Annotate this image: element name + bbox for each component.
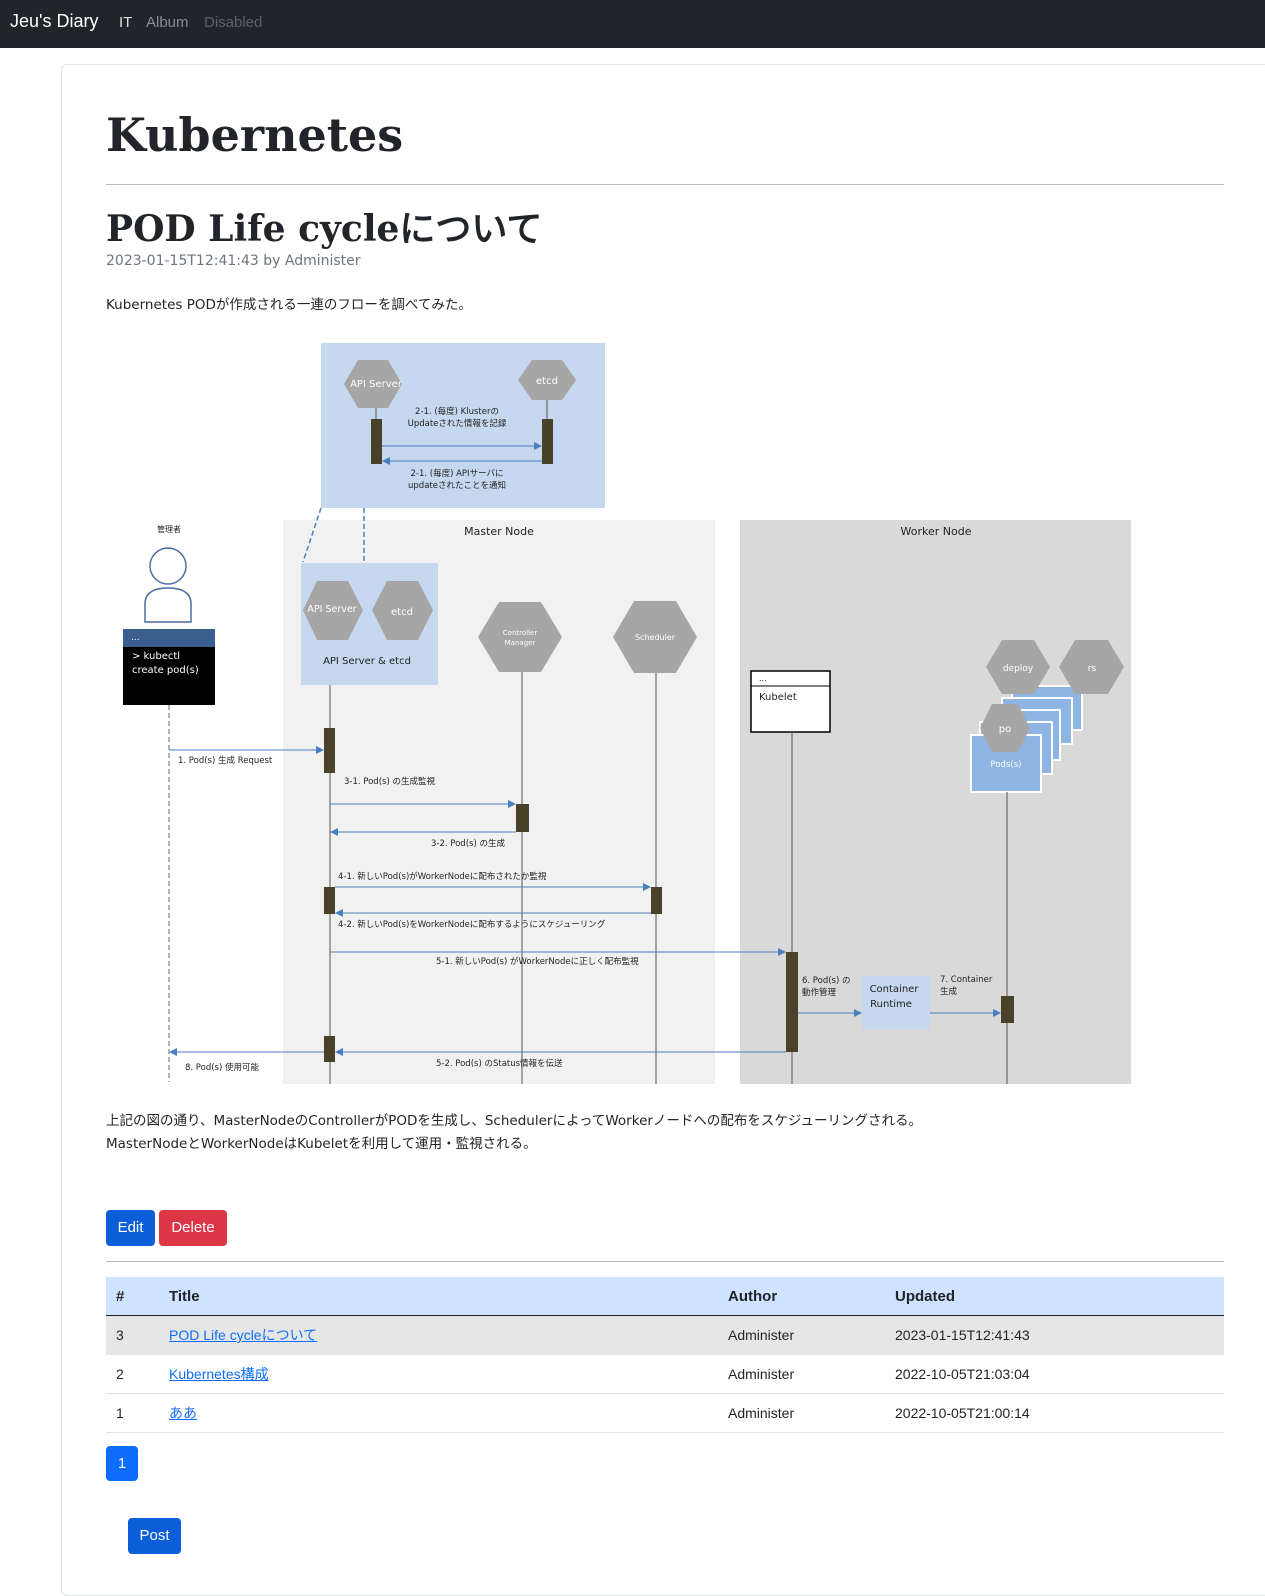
delete-button[interactable]: Delete [159,1210,227,1246]
category-title: Kubernetes [106,108,404,162]
col-header-author: Author [718,1277,885,1316]
top-api-activation [371,419,382,464]
nav-link-disabled: Disabled [204,14,263,31]
post-title: POD Life cycleについて [106,208,543,250]
top-msg1b: Updateされた情報を記録 [408,418,507,429]
msg32-label: 3-2. Pod(s) の生成 [431,838,505,849]
api-activation-1 [324,728,335,773]
pod-lifecycle-diagram: Master Node Worker Node API Server etcd … [123,343,1131,1084]
cell-num: 3 [106,1315,159,1355]
deploy-label: deploy [1003,664,1034,674]
nav-link-album[interactable]: Album [146,14,189,31]
col-header-title: Title [159,1277,718,1316]
divider [106,184,1224,185]
msg52-label: 5-2. Pod(s) のStatus情報を伝送 [436,1058,563,1069]
terminal-title: ... [131,633,140,643]
post-button[interactable]: Post [128,1518,181,1554]
pods-label: Pods(s) [991,760,1022,770]
etcd-label: etcd [391,607,413,618]
post-intro: Kubernetes PODが作成される一連のフローを調べてみた。 [106,297,472,313]
cell-num: 1 [106,1393,159,1433]
edit-button[interactable]: Edit [106,1210,155,1246]
msg6b-label: 動作管理 [802,987,837,998]
terminal-line1: > kubectl [132,651,180,662]
actions-divider [106,1261,1224,1262]
kubelet-activation [786,952,798,1052]
api-activation-2 [324,887,335,914]
scheduler-label: Scheduler [635,633,676,642]
msg7a-label: 7. Container [940,975,993,985]
msg41-label: 4-1. 新しいPod(s)がWorkerNodeに配布されたか監視 [338,871,547,882]
msg31-label: 3-1. Pod(s) の生成監視 [344,776,435,787]
cell-author: Administer [718,1393,885,1433]
worker-node-region [740,520,1131,1084]
cell-updated: 2023-01-15T12:41:43 [885,1315,1224,1355]
scheduler-activation [651,887,662,914]
master-node-label: Master Node [464,525,534,538]
worker-node-label: Worker Node [901,525,972,538]
admin-body-icon [144,587,192,623]
post-outro-line2: MasterNodeとWorkerNodeはKubeletを利用して運用・監視さ… [106,1136,537,1152]
api-server-label: API Server [307,604,356,615]
brand-link[interactable]: Jeu's Diary [10,11,98,32]
cell-num: 2 [106,1354,159,1394]
controller-label-b: Manager [505,639,536,647]
post-link[interactable]: POD Life cycleについて [169,1327,317,1343]
msg1-label: 1. Pod(s) 生成 Request [178,755,273,766]
top-etcd-activation [542,419,553,464]
table-row: 1 ああ Administer 2022-10-05T21:00:14 [106,1393,1224,1433]
msg51-label: 5-1. 新しいPod(s) がWorkerNodeに正しく配布監視 [436,956,639,967]
controller-label-a: Controller [503,629,538,637]
msg42-label: 4-2. 新しいPod(s)をWorkerNodeに配布するようにスケジューリン… [338,919,606,930]
pods-activation [1001,996,1014,1023]
table-row: 2 Kubernetes構成 Administer 2022-10-05T21:… [106,1354,1224,1394]
top-api-label: API Server [350,379,403,390]
post-author: Administer [284,253,361,269]
top-msg2a: 2-1. (毎度) APIサーバに [411,468,504,479]
pagination-page-1[interactable]: 1 [106,1446,138,1481]
kubelet-title: ... [759,674,767,683]
cell-author: Administer [718,1354,885,1394]
runtime-label-b: Runtime [870,999,912,1010]
post-link[interactable]: Kubernetes構成 [169,1366,269,1382]
post-timestamp: 2023-01-15T12:41:43 [106,253,259,269]
terminal-line2: create pod(s) [132,665,199,676]
table-header-row: # Title Author Updated [106,1277,1224,1316]
post-outro-line1: 上記の図の通り、MasterNodeのControllerがPODを生成し、Sc… [106,1113,922,1129]
api-etcd-label: API Server & etcd [323,656,411,667]
col-header-updated: Updated [885,1277,1224,1316]
runtime-label-a: Container [870,984,920,995]
post-link[interactable]: ああ [169,1405,197,1421]
top-etcd-label: etcd [536,376,558,387]
msg6a-label: 6. Pod(s) の [802,976,851,986]
rs-label: rs [1088,664,1097,674]
kubelet-label: Kubelet [759,692,797,703]
admin-label: 管理者 [157,524,181,534]
cell-updated: 2022-10-05T21:03:04 [885,1354,1224,1394]
msg8-label: 8. Pod(s) 使用可能 [185,1062,259,1073]
cell-author: Administer [718,1315,885,1355]
top-navbar: Jeu's Diary IT Album Disabled [0,0,1265,48]
top-msg1a: 2-1. (毎度) Klusterの [415,406,499,417]
posts-table: # Title Author Updated 3 POD Life cycleに… [106,1277,1224,1433]
msg7b-label: 生成 [940,986,958,997]
nav-link-it[interactable]: IT [119,14,132,31]
controller-activation [516,804,529,832]
cell-updated: 2022-10-05T21:00:14 [885,1393,1224,1433]
table-row: 3 POD Life cycleについて Administer 2023-01-… [106,1315,1224,1355]
top-msg2b: updateされたことを通知 [408,480,506,491]
col-header-num: # [106,1277,159,1316]
post-meta: 2023-01-15T12:41:43 by Administer [106,253,361,269]
po-label: po [999,724,1011,735]
admin-head-icon [149,547,187,585]
api-activation-3 [324,1036,335,1062]
post-by: by [263,253,281,269]
